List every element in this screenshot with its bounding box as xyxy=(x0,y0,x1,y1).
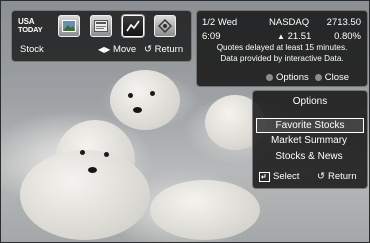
move-hint: ◀▶ Move xyxy=(98,44,136,55)
quote-percent: 0.80% xyxy=(334,31,361,42)
menu-item-market-summary[interactable]: Market Summary xyxy=(256,134,362,147)
notice-line-2: Data provided by interactive Data. xyxy=(220,54,344,63)
return-hint[interactable]: ↺ Return xyxy=(144,44,183,55)
close-dot-icon xyxy=(314,74,322,81)
menu-item-stocks-news[interactable]: Stocks & News xyxy=(256,150,362,163)
quote-change-value: 21.51 xyxy=(287,31,312,42)
quote-change: ▲ 21.51 xyxy=(277,31,311,42)
up-arrow-icon: ▲ xyxy=(277,32,285,41)
delay-notice: Quotes delayed at least 15 minutes. Data… xyxy=(197,42,367,64)
return-icon: ↺ xyxy=(144,44,152,55)
news-icon[interactable] xyxy=(90,15,112,37)
quote-panel: 1/2 Wed NASDAQ 2713.50 6:09 ▲ 21.51 0.80… xyxy=(196,10,368,87)
menu-footer: Select ↺ Return xyxy=(259,171,363,183)
menu-return-label: Return xyxy=(327,171,357,182)
notice-line-1: Quotes delayed at least 15 minutes. xyxy=(216,43,348,52)
menu-item-favorite-stocks[interactable]: Favorite Stocks xyxy=(256,118,364,133)
quote-date: 1/2 Wed xyxy=(202,17,238,28)
usa-today-logo[interactable]: USA TODAY xyxy=(18,15,48,37)
quote-value: 2713.50 xyxy=(326,17,361,28)
app-bar: USA TODAY Stock ◀▶ Move ↺ Return xyxy=(11,10,192,62)
app-bar-status: Stock ◀▶ Move ↺ Return xyxy=(20,44,188,56)
app-label: Stock xyxy=(20,44,44,55)
quote-time: 6:09 xyxy=(202,31,221,42)
app-icons: USA TODAY xyxy=(18,14,176,38)
menu-return-hint[interactable]: ↺ Return xyxy=(317,171,356,182)
quote-actions: Options Close xyxy=(266,72,349,83)
select-icon xyxy=(259,171,270,182)
options-button[interactable]: Options xyxy=(276,72,309,83)
options-menu-title: Options xyxy=(292,96,328,107)
select-hint[interactable]: Select xyxy=(259,171,299,182)
move-label: Move xyxy=(112,44,137,55)
settings-icon[interactable] xyxy=(154,15,176,37)
options-dot-icon xyxy=(266,74,273,81)
return-label: Return xyxy=(154,44,184,55)
photo-icon[interactable] xyxy=(58,15,80,37)
select-label: Select xyxy=(273,171,300,182)
close-button[interactable]: Close xyxy=(325,72,349,83)
return-icon: ↺ xyxy=(317,171,325,182)
options-menu: Options Favorite Stocks Market Summary S… xyxy=(252,90,368,189)
quote-exchange: NASDAQ xyxy=(269,17,310,28)
stock-chart-icon[interactable] xyxy=(122,15,144,37)
logo-line-2: TODAY xyxy=(18,25,43,34)
left-right-arrows-icon: ◀▶ xyxy=(98,45,111,54)
